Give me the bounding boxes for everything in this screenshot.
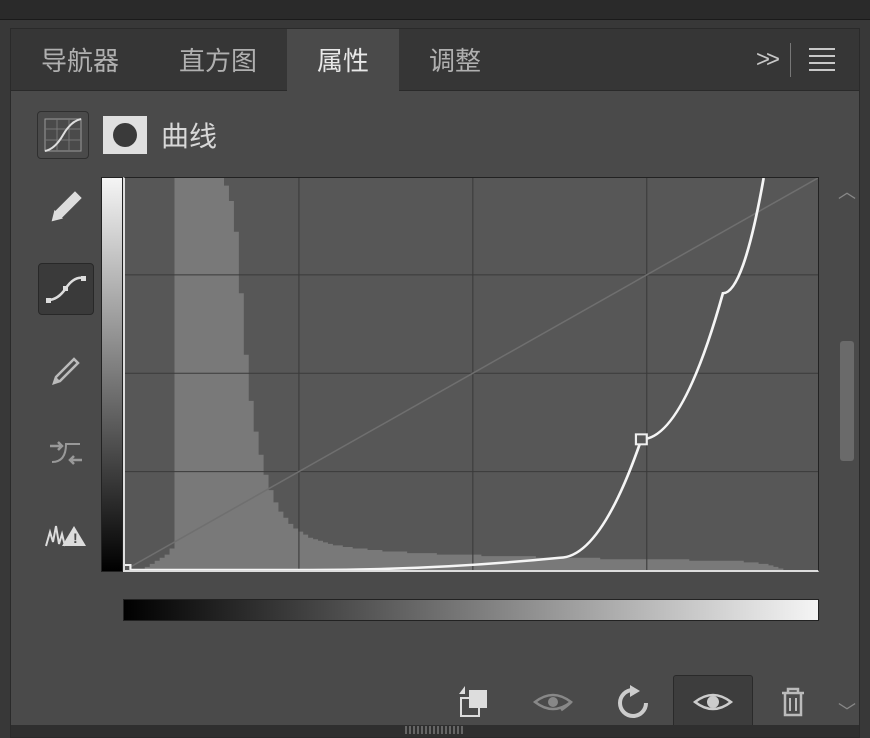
scroll-track[interactable] — [836, 211, 858, 691]
scroll-up-button[interactable]: ︿ — [836, 171, 858, 211]
separator — [790, 43, 791, 77]
panel-resize-bar[interactable] — [11, 725, 859, 737]
curves-icon — [43, 117, 83, 153]
pencil-curve-button[interactable] — [38, 345, 94, 397]
eyedropper-button[interactable] — [38, 181, 94, 233]
panel-tabs: 导航器 直方图 属性 调整 >> — [11, 29, 859, 91]
tab-histogram[interactable]: 直方图 — [149, 29, 287, 91]
panel-menu-icon[interactable] — [805, 44, 839, 75]
curve-graph-wrap — [101, 177, 849, 597]
adjustment-label: 曲线 — [161, 115, 217, 155]
window-titlebar — [0, 0, 870, 20]
input-gradient — [123, 599, 819, 621]
tab-navigator[interactable]: 导航器 — [11, 29, 149, 91]
properties-panel: 导航器 直方图 属性 调整 >> — [10, 28, 860, 738]
reset-button[interactable] — [593, 675, 673, 729]
resize-grabber-icon — [405, 726, 465, 734]
smooth-curve-button[interactable] — [38, 427, 94, 479]
auto-icon — [46, 436, 86, 470]
panel-body: 曲线 — [11, 91, 859, 737]
view-previous-icon — [531, 688, 575, 716]
pencil-icon — [48, 353, 84, 389]
panel-scrollbar: ︿ ﹀ — [836, 171, 858, 731]
curve-tools: ! — [31, 177, 101, 597]
tab-properties[interactable]: 属性 — [287, 29, 399, 91]
clip-warning-icon: ! — [44, 518, 88, 552]
delete-button[interactable] — [753, 675, 833, 729]
adjustment-footer-icons — [433, 675, 833, 729]
delete-icon — [778, 685, 808, 719]
curve-graph[interactable] — [123, 177, 819, 572]
curve-svg — [125, 178, 818, 570]
clip-to-layer-icon — [455, 684, 491, 720]
curves-type-button[interactable] — [37, 111, 89, 159]
reset-icon — [614, 685, 652, 719]
scroll-thumb[interactable] — [840, 341, 854, 461]
mask-button[interactable] — [103, 116, 147, 154]
adjustment-title-row: 曲线 — [21, 111, 849, 159]
collapse-icon[interactable]: >> — [756, 46, 776, 74]
toggle-visibility-button[interactable] — [673, 675, 753, 729]
eyedropper-icon — [47, 188, 85, 226]
tab-adjustments[interactable]: 调整 — [399, 29, 511, 91]
svg-text:!: ! — [73, 530, 78, 546]
visibility-icon — [691, 688, 735, 716]
curves-editor: ! — [21, 177, 849, 597]
point-curve-button[interactable] — [38, 263, 94, 315]
mask-icon — [113, 123, 137, 147]
output-gradient — [101, 177, 123, 572]
point-curve-icon — [44, 272, 88, 306]
clip-to-layer-button[interactable] — [433, 675, 513, 729]
clip-warning-button[interactable]: ! — [38, 509, 94, 561]
view-previous-button[interactable] — [513, 675, 593, 729]
